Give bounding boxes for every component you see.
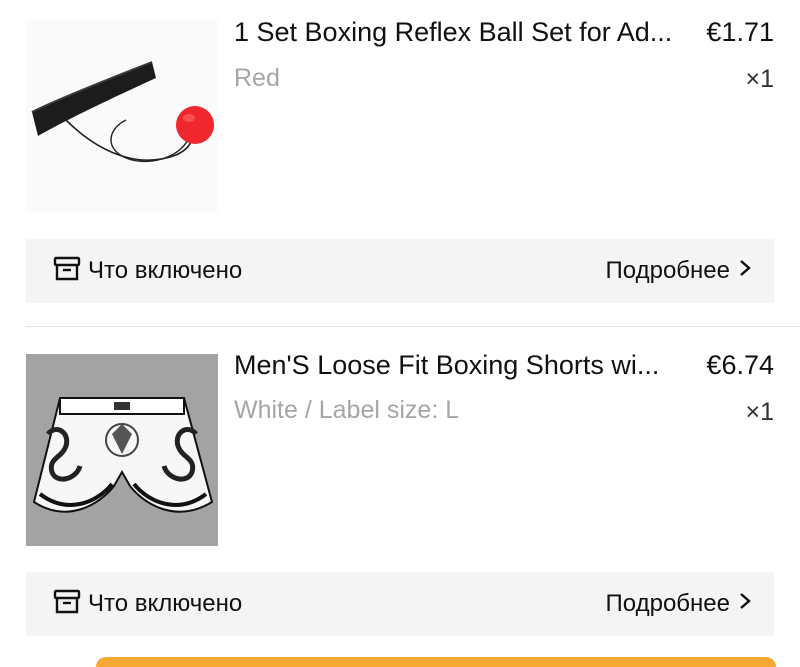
product-title[interactable]: 1 Set Boxing Reflex Ball Set for Ad... xyxy=(234,15,696,49)
checkout-button[interactable] xyxy=(96,657,776,667)
whats-included: Что включено xyxy=(52,253,242,290)
product-price: €6.74 xyxy=(706,350,774,380)
product-image[interactable] xyxy=(26,354,218,546)
box-icon xyxy=(52,253,82,290)
details-label: Подробнее xyxy=(605,257,730,284)
whats-included-label: Что включено xyxy=(88,257,243,284)
details-label: Подробнее xyxy=(605,590,730,617)
product-quantity[interactable]: ×1 xyxy=(745,63,774,95)
product-quantity[interactable]: ×1 xyxy=(745,396,774,428)
whats-included-bar[interactable]: Что включено Подробнее xyxy=(26,239,774,303)
product-image[interactable] xyxy=(26,20,218,212)
whats-included-label: Что включено xyxy=(88,590,243,617)
cart-item: Men'S Loose Fit Boxing Shorts wi... €6.7… xyxy=(0,327,800,662)
product-price: €1.71 xyxy=(706,17,774,47)
whats-included-bar[interactable]: Что включено Подробнее xyxy=(26,572,774,636)
chevron-right-icon xyxy=(738,590,752,618)
product-variant[interactable]: White / Label size: L xyxy=(234,394,459,426)
product-title[interactable]: Men'S Loose Fit Boxing Shorts wi... xyxy=(234,348,696,382)
details-link[interactable]: Подробнее xyxy=(606,257,752,285)
product-variant[interactable]: Red xyxy=(234,62,280,94)
chevron-right-icon xyxy=(738,257,752,285)
details-link[interactable]: Подробнее xyxy=(606,590,752,618)
whats-included: Что включено xyxy=(52,586,242,623)
box-icon xyxy=(52,586,82,623)
cart-item: 1 Set Boxing Reflex Ball Set for Ad... €… xyxy=(0,0,800,326)
